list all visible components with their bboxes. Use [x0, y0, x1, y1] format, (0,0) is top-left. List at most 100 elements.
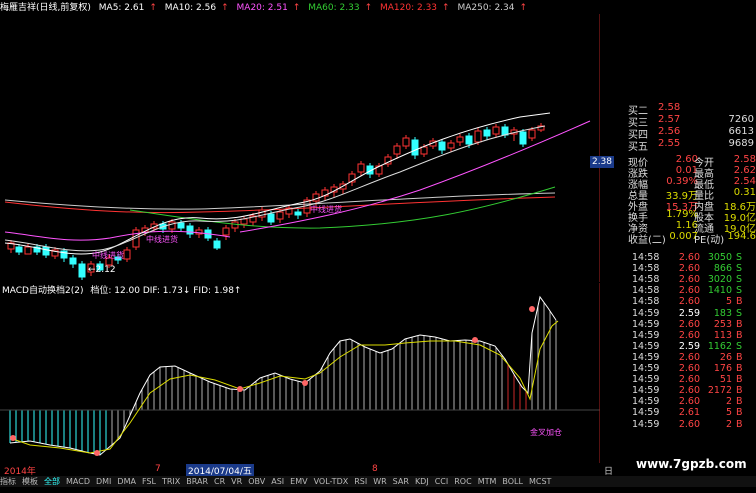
tick-volume: 3020 [707, 274, 732, 286]
candle-body [213, 240, 221, 249]
tick-volume: 1410 [707, 285, 732, 297]
indicator-tab-trix[interactable]: TRIX [162, 477, 180, 486]
trade-tick-row: 14:58 2.60 3050 S [632, 252, 756, 263]
macd-chart[interactable]: 金叉加仓 2.001.501.000.500.00-0.50 [0, 283, 600, 463]
indicator-tab-cci[interactable]: CCI [435, 477, 449, 486]
indicator-tab-kdj[interactable]: KDJ [415, 477, 429, 486]
candle-body [528, 129, 536, 139]
indicator-tab-dmi[interactable]: DMI [96, 477, 111, 486]
candle-body [483, 129, 491, 137]
tick-volume: 51 [719, 374, 732, 386]
indicator-tab-sar[interactable]: SAR [393, 477, 409, 486]
trade-tick-row: 14:58 2.60 866 S [632, 263, 756, 274]
order-volume: 9689 [728, 138, 754, 149]
candle-body [393, 145, 401, 155]
tick-volume: 5 [725, 296, 732, 308]
indicator-tab-mtm[interactable]: MTM [478, 477, 497, 486]
trade-tick-row: 14:59 2.60 2 B [632, 419, 756, 430]
trade-tick-row: 14:59 2.60 113 B [632, 330, 756, 341]
trade-tick-row: 14:59 2.61 5 B [632, 407, 756, 418]
candle-body [177, 222, 185, 229]
ma5-label: MA5: 2.61 ↑ [98, 3, 157, 13]
indicator-tab-dma[interactable]: DMA [117, 477, 136, 486]
tick-side: B [736, 418, 743, 430]
ma20-line [4, 120, 591, 241]
candle-body [465, 135, 473, 145]
indicator-tab-macd[interactable]: MACD [66, 477, 90, 486]
candlestick-chart[interactable]: 2.502.452.402.352.302.252.202.15 ←2.12中线… [0, 14, 600, 282]
candle-body [447, 142, 455, 149]
cross-marker [472, 337, 478, 343]
indicator-tab-全部[interactable]: 全部 [44, 477, 60, 486]
indicator-tab-brar[interactable]: BRAR [186, 477, 208, 486]
candle-body [186, 225, 194, 235]
tick-side: B [736, 385, 743, 397]
tick-side: B [736, 363, 743, 374]
tick-volume: 5 [725, 407, 732, 419]
indicator-tab-obv[interactable]: OBV [248, 477, 265, 486]
candle-body [123, 249, 131, 260]
tick-side: S [736, 285, 743, 297]
indicator-tab-boll[interactable]: BOLL [502, 477, 523, 486]
cross-marker [237, 386, 243, 392]
indicator-tab-cr[interactable]: CR [214, 477, 225, 486]
tick-side: B [736, 396, 743, 408]
trade-tick-row: 14:59 2.60 51 B [632, 374, 756, 385]
candle-body [15, 246, 23, 253]
stat-value: 2.60 [675, 154, 698, 165]
indicator-tab-emv[interactable]: EMV [290, 477, 307, 486]
stat-value: 194.6 [727, 231, 756, 242]
low-price-label: ←2.12 [88, 265, 116, 275]
ma120-label: MA120: 2.33 ↑ [379, 3, 450, 13]
cross-marker [302, 380, 308, 386]
indicator-tab-wr[interactable]: WR [373, 477, 386, 486]
candle-body [69, 257, 77, 265]
tick-side: B [736, 407, 743, 419]
ma250-line [4, 192, 556, 210]
indicator-tab-vr[interactable]: VR [231, 477, 242, 486]
candle-body [411, 139, 419, 156]
tick-side: B [736, 351, 743, 363]
trade-tick-row: 14:59 2.60 2 B [632, 396, 756, 407]
indicator-tab-rsi[interactable]: RSI [354, 477, 367, 486]
candle-body [24, 246, 32, 255]
stat-value: 2.62 [733, 165, 756, 176]
indicator-tab-fsl[interactable]: FSL [142, 477, 156, 486]
tick-side: S [736, 340, 743, 352]
candle-body [222, 227, 230, 236]
indicator-tab-asi[interactable]: ASI [271, 477, 284, 486]
tick-volume: 866 [713, 263, 732, 275]
indicator-tab-模板[interactable]: 模板 [22, 477, 38, 486]
candle-body [519, 131, 527, 145]
stat-value: 0.39% [666, 176, 698, 187]
candle-body [402, 137, 410, 147]
candle-body [492, 126, 500, 135]
trade-tick-row: 14:59 2.59 1162 S [632, 341, 756, 352]
order-label: 买五 [628, 142, 648, 153]
indicator-tab-vol-tdx[interactable]: VOL-TDX [314, 477, 349, 486]
trade-tick-row: 14:59 2.60 26 B [632, 352, 756, 363]
order-volume: 6613 [728, 126, 754, 137]
candle-body [42, 246, 50, 256]
ma10-line [4, 125, 546, 252]
tick-side: B [736, 374, 743, 386]
candles [7, 123, 545, 280]
candle-body [474, 130, 482, 143]
indicator-tab-指标[interactable]: 指标 [0, 477, 16, 486]
stock-title: 梅雁吉祥(日线,前复权) [0, 3, 91, 13]
signal-label: 中线进货 [146, 234, 178, 244]
stat-value: 0.01 [675, 165, 698, 176]
indicator-tab-roc[interactable]: ROC [454, 477, 471, 486]
ma5-line [4, 112, 551, 255]
candle-body [240, 218, 248, 225]
signal-label: 中线进货 [92, 250, 124, 260]
tick-side: B [736, 318, 743, 330]
candle-body [357, 163, 365, 173]
indicator-tabs: 指标 模板 全部 MACD DMI DMA FSL TRIX BRAR CR VR OBV ASI EMV… [0, 476, 756, 487]
tick-side: S [736, 252, 743, 263]
tick-volume: 253 [713, 318, 732, 330]
quote-panel: 买二 2.58 买三 2.57 7260 买四 2.56 6613 买五 2.55 9689 现价 2.… [600, 102, 756, 493]
tick-side: S [736, 307, 743, 319]
indicator-tab-mcst[interactable]: MCST [529, 477, 551, 486]
stat-row: 收益(二) 0.007 PE(动) 194.6 [628, 231, 756, 246]
